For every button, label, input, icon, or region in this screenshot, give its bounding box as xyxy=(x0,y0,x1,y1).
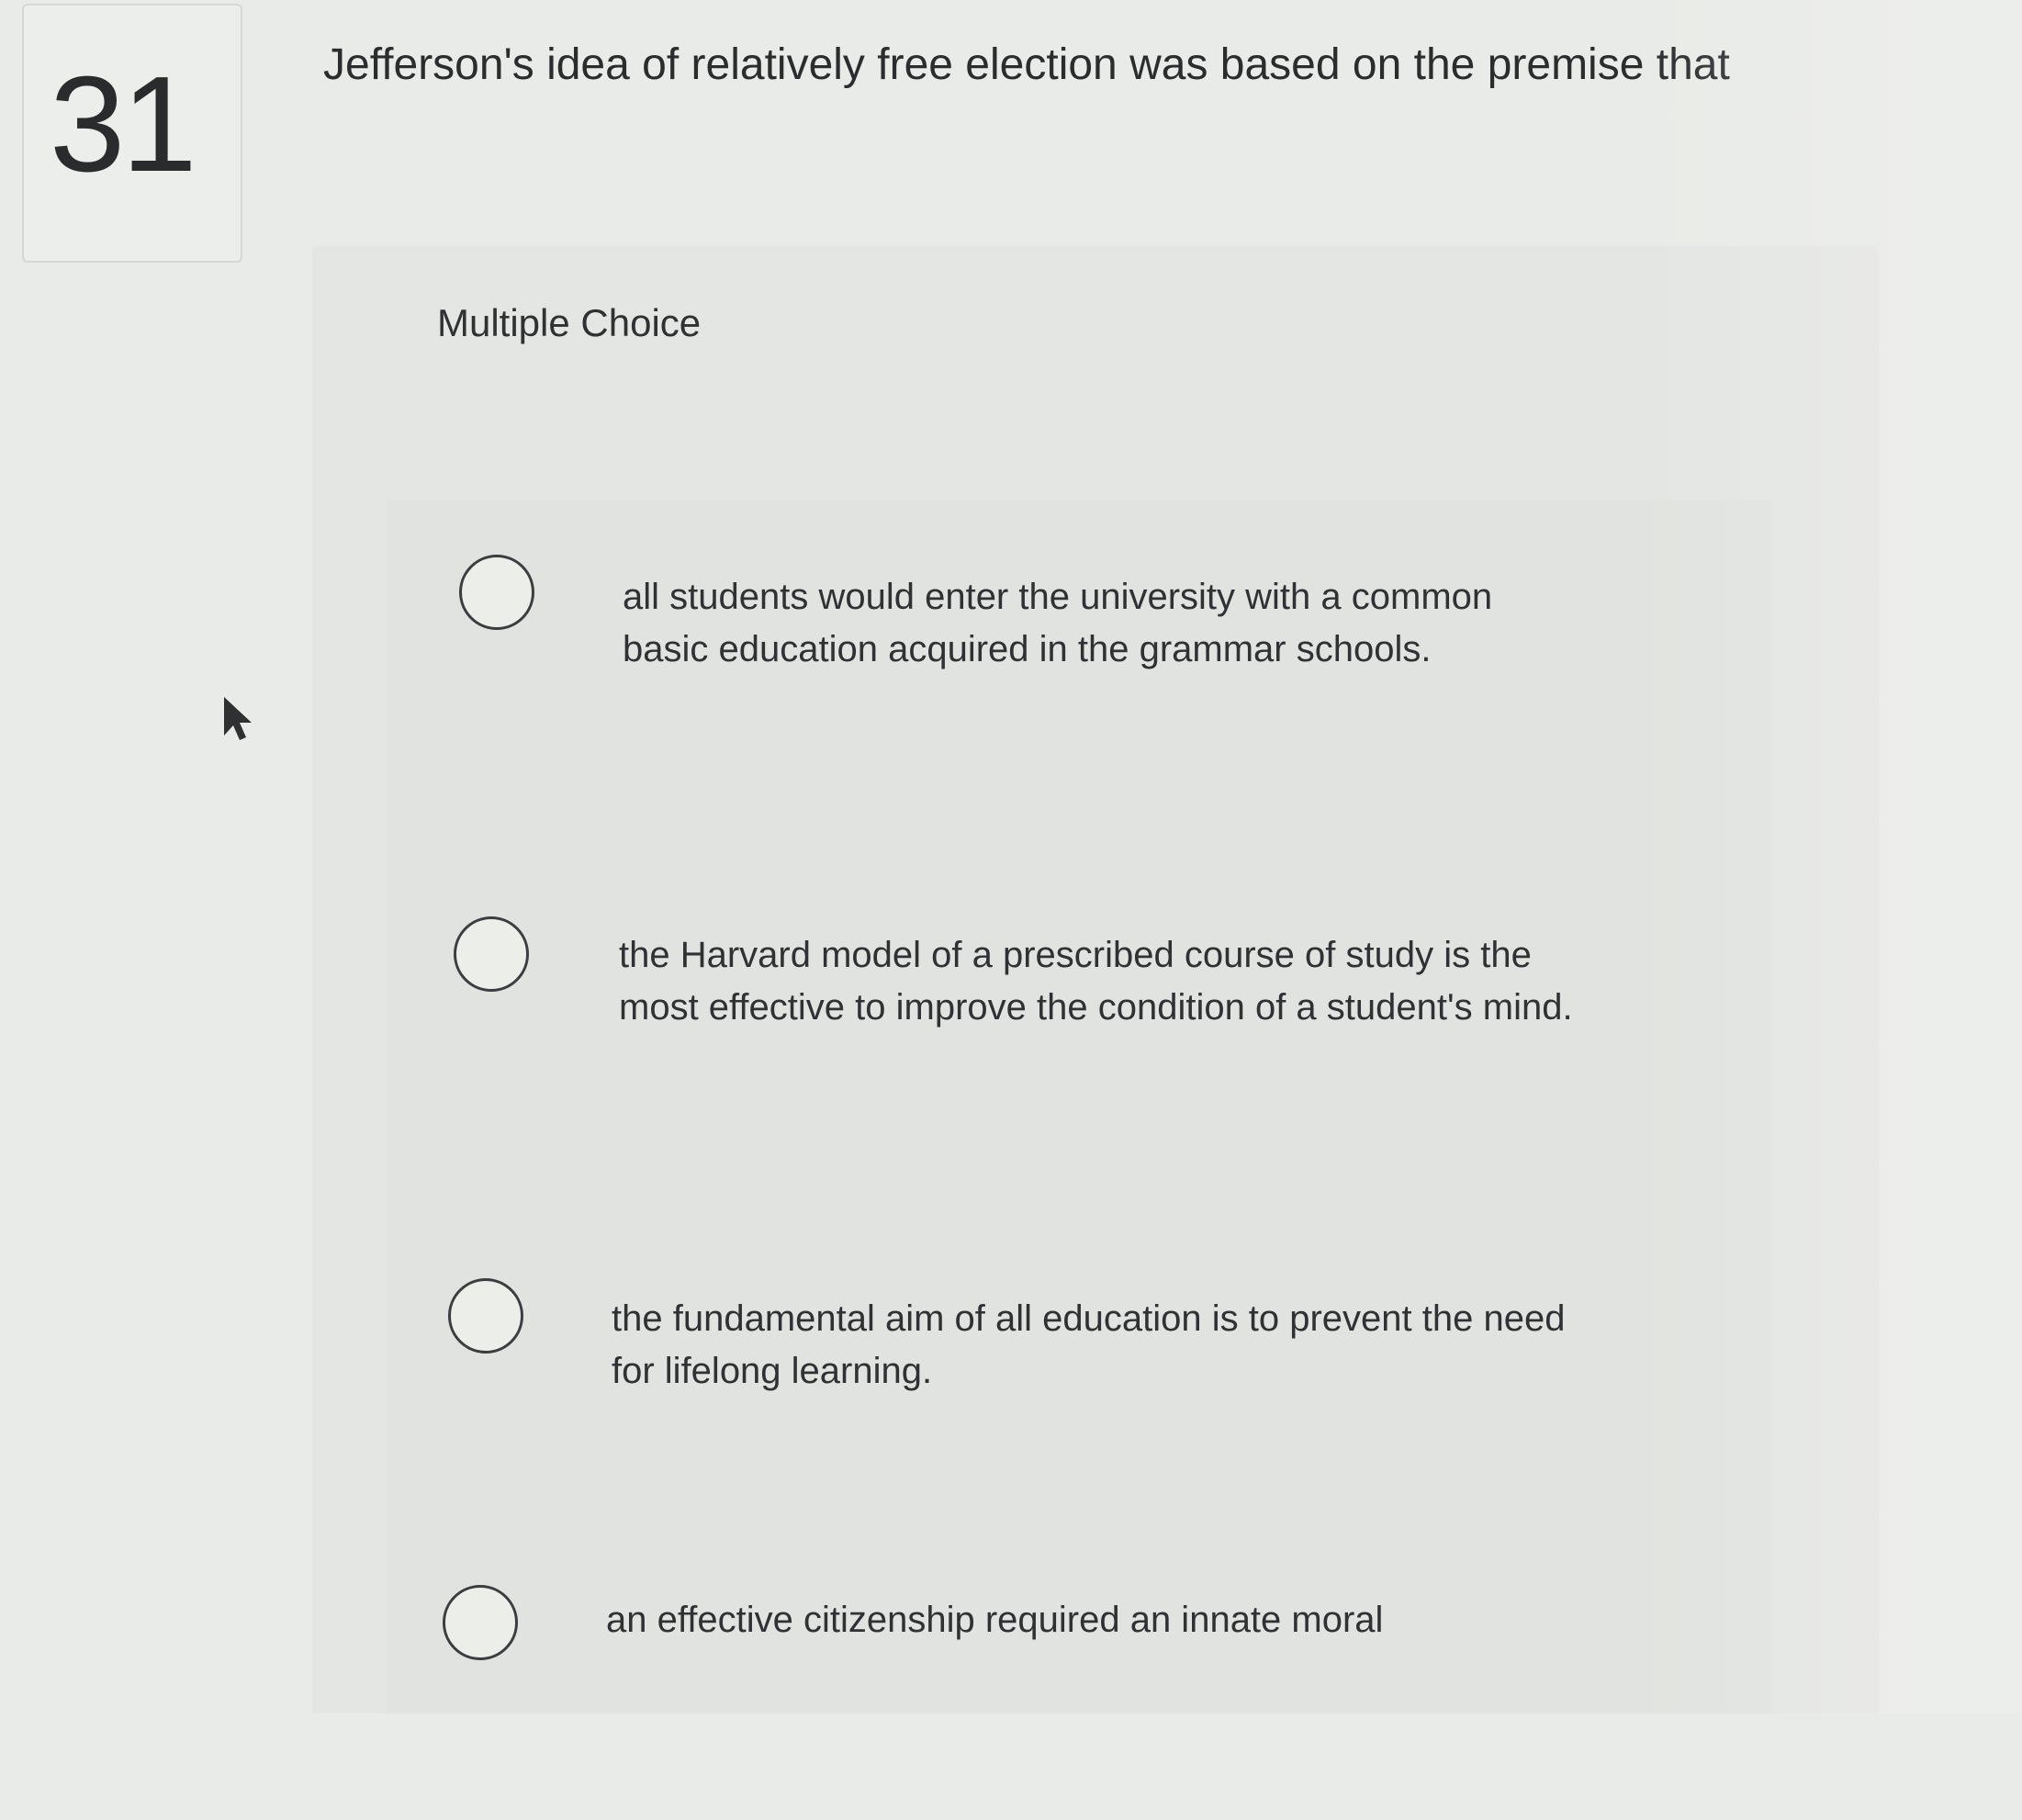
radio-button-icon[interactable] xyxy=(448,1278,523,1354)
answer-choice-2[interactable]: the Harvard model of a prescribed course… xyxy=(386,859,1772,1153)
radio-button-icon[interactable] xyxy=(443,1585,518,1660)
answer-choice-text-1: all students would enter the university … xyxy=(623,577,1493,669)
question-prompt: Jefferson's idea of relatively free elec… xyxy=(323,40,1730,89)
question-type: Multiple Choice xyxy=(437,301,702,344)
answer-choice-1[interactable]: all students would enter the university … xyxy=(386,500,1772,793)
answer-choice-3[interactable]: the fundamental aim of all education is … xyxy=(386,1219,1772,1513)
radio-button-icon[interactable] xyxy=(459,555,534,630)
answer-choice-text-2: the Harvard model of a prescribed course… xyxy=(619,935,1573,1028)
answer-choice-text-4: an effective citizenship required an inn… xyxy=(606,1600,1384,1640)
answer-choices: all students would enter the university … xyxy=(386,500,1772,1713)
question-number: 31 xyxy=(50,49,197,200)
mouse-pointer-icon xyxy=(224,697,252,740)
radio-button-icon[interactable] xyxy=(454,916,529,992)
answer-choice-text-3: the fundamental aim of all education is … xyxy=(612,1298,1566,1391)
answer-choice-4[interactable]: an effective citizenship required an inn… xyxy=(386,1526,1772,1820)
